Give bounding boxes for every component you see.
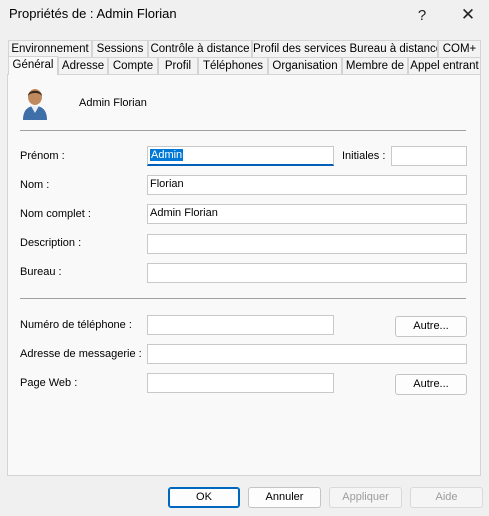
tab-general[interactable]: Général — [8, 56, 58, 75]
tab-profil[interactable]: Profil — [158, 57, 198, 74]
tab-telephones[interactable]: Téléphones — [198, 57, 268, 74]
prenom-value: Admin — [150, 149, 184, 161]
initiales-label: Initiales : — [342, 150, 386, 162]
help-button[interactable]: Aide — [410, 487, 483, 508]
tab-sessions[interactable]: Sessions — [92, 40, 148, 57]
ok-button[interactable]: OK — [168, 487, 240, 508]
description-field[interactable] — [147, 234, 467, 254]
page-web-field[interactable] — [147, 373, 334, 393]
separator — [20, 130, 466, 131]
description-label: Description : — [20, 237, 82, 249]
nom-complet-label: Nom complet : — [20, 208, 91, 220]
separator — [20, 298, 466, 299]
messagerie-field[interactable] — [147, 344, 467, 364]
close-icon[interactable]: ✕ — [448, 3, 488, 27]
bureau-field[interactable] — [147, 263, 467, 283]
telephone-label: Numéro de téléphone : — [20, 319, 132, 331]
nom-field[interactable]: Florian — [147, 175, 467, 195]
apply-button[interactable]: Appliquer — [329, 487, 402, 508]
initiales-field[interactable] — [391, 146, 467, 166]
user-icon — [23, 89, 47, 120]
cancel-button[interactable]: Annuler — [248, 487, 321, 508]
telephone-field[interactable] — [147, 315, 334, 335]
messagerie-label: Adresse de messagerie : — [20, 348, 142, 360]
tab-compte[interactable]: Compte — [108, 57, 158, 74]
bureau-label: Bureau : — [20, 266, 62, 278]
tab-com-plus[interactable]: COM+ — [438, 40, 481, 57]
page-web-label: Page Web : — [20, 377, 78, 389]
user-display-name: Admin Florian — [79, 97, 147, 109]
tab-organisation[interactable]: Organisation — [268, 57, 342, 74]
telephone-other-button[interactable]: Autre... — [395, 316, 467, 337]
tab-adresse[interactable]: Adresse — [58, 57, 108, 74]
window-title: Propriétés de : Admin Florian — [9, 6, 177, 21]
prenom-label: Prénom : — [20, 150, 65, 162]
tab-profil-bureau-distance[interactable]: Profil des services Bureau à distance — [252, 40, 438, 57]
prenom-field[interactable]: Admin — [147, 146, 334, 166]
nom-complet-field[interactable]: Admin Florian — [147, 204, 467, 224]
tab-appel-entrant[interactable]: Appel entrant — [408, 57, 481, 74]
nom-label: Nom : — [20, 179, 50, 191]
help-icon[interactable]: ? — [402, 3, 442, 27]
tab-controle-distance[interactable]: Contrôle à distance — [148, 40, 252, 57]
page-web-other-button[interactable]: Autre... — [395, 374, 467, 395]
title-bar: Propriétés de : Admin Florian ? ✕ — [0, 0, 489, 30]
tab-environnement[interactable]: Environnement — [8, 40, 92, 57]
tab-membre-de[interactable]: Membre de — [342, 57, 408, 74]
properties-dialog: Propriétés de : Admin Florian ? ✕ Enviro… — [0, 0, 489, 516]
